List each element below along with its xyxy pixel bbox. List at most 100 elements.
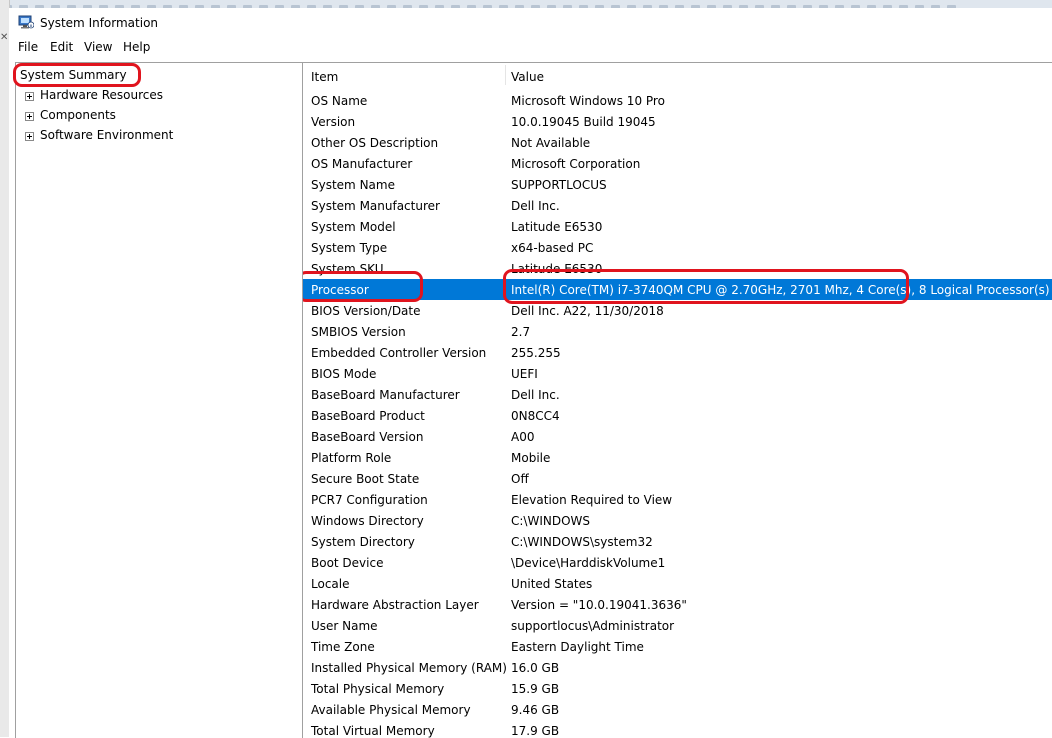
table-row[interactable]: BaseBoard Version A00 <box>303 426 1052 447</box>
row-item: BaseBoard Product <box>311 409 425 423</box>
table-row[interactable]: Time Zone Eastern Daylight Time <box>303 636 1052 657</box>
menu-edit[interactable]: Edit <box>50 40 73 54</box>
row-item: System Directory <box>311 535 415 549</box>
window-title: System Information <box>40 16 159 30</box>
title-bar[interactable]: System Information <box>9 8 1052 38</box>
row-value: Dell Inc. <box>511 388 560 402</box>
row-value: Latitude E6530 <box>511 262 603 276</box>
table-row[interactable]: System Type x64-based PC <box>303 237 1052 258</box>
table-row[interactable]: BaseBoard Product 0N8CC4 <box>303 405 1052 426</box>
table-row[interactable]: Total Physical Memory 15.9 GB <box>303 678 1052 699</box>
table-row[interactable]: Available Physical Memory 9.46 GB <box>303 699 1052 720</box>
row-value: 9.46 GB <box>511 703 560 717</box>
system-information-window: System Information File Edit View Help S… <box>9 8 1052 738</box>
row-item: PCR7 Configuration <box>311 493 428 507</box>
column-divider[interactable] <box>505 65 506 85</box>
tree-node-software-environment[interactable]: Software Environment <box>40 128 173 142</box>
row-item: OS Name <box>311 94 368 108</box>
row-value: x64-based PC <box>511 241 594 255</box>
row-item: BaseBoard Version <box>311 430 424 444</box>
table-row[interactable]: System SKU Latitude E6530 <box>303 258 1052 279</box>
background-toolbar-strip <box>0 0 1052 8</box>
table-row[interactable]: Platform Role Mobile <box>303 447 1052 468</box>
row-item: BaseBoard Manufacturer <box>311 388 460 402</box>
table-row[interactable]: System Model Latitude E6530 <box>303 216 1052 237</box>
system-information-icon <box>18 15 34 29</box>
table-row[interactable]: Hardware Abstraction Layer Version = "10.… <box>303 594 1052 615</box>
table-row[interactable]: BIOS Mode UEFI <box>303 363 1052 384</box>
expand-icon[interactable] <box>25 92 34 101</box>
row-value: 15.9 GB <box>511 682 560 696</box>
row-item: User Name <box>311 619 378 633</box>
expand-icon[interactable] <box>25 112 34 121</box>
row-value: Eastern Daylight Time <box>511 640 644 654</box>
row-item: Time Zone <box>311 640 375 654</box>
row-value: Elevation Required to View <box>511 493 673 507</box>
row-value: Microsoft Windows 10 Pro <box>511 94 665 108</box>
row-value: Not Available <box>511 136 591 150</box>
menu-file[interactable]: File <box>18 40 38 54</box>
row-item: Windows Directory <box>311 514 424 528</box>
table-row[interactable]: Total Virtual Memory 17.9 GB <box>303 720 1052 738</box>
table-row[interactable]: OS Name Microsoft Windows 10 Pro <box>303 90 1052 111</box>
table-row[interactable]: PCR7 Configuration Elevation Required to … <box>303 489 1052 510</box>
row-item: Processor <box>311 283 369 297</box>
row-item: System Type <box>311 241 388 255</box>
row-value: United States <box>511 577 593 591</box>
row-value: Microsoft Corporation <box>511 157 641 171</box>
menu-view[interactable]: View <box>84 40 112 54</box>
row-item: Secure Boot State <box>311 472 420 486</box>
tree-node-components[interactable]: Components <box>40 108 116 122</box>
table-row[interactable]: Installed Physical Memory (RAM) 16.0 GB <box>303 657 1052 678</box>
row-item: System Name <box>311 178 395 192</box>
row-value: C:\WINDOWS\system32 <box>511 535 653 549</box>
details-list: Item Value OS Name Microsoft Windows 10 P… <box>302 62 1052 738</box>
row-value: 255.255 <box>511 346 561 360</box>
expand-icon[interactable] <box>25 132 34 141</box>
table-row[interactable]: System Name SUPPORTLOCUS <box>303 174 1052 195</box>
table-row[interactable]: BaseBoard Manufacturer Dell Inc. <box>303 384 1052 405</box>
row-value: Version = "10.0.19041.3636" <box>511 598 687 612</box>
list-header: Item Value <box>303 63 1052 87</box>
row-item: System SKU <box>311 262 384 276</box>
table-row-selected[interactable]: Processor Intel(R) Core(TM) i7-3740QM CPU… <box>303 279 1052 300</box>
row-value: Mobile <box>511 451 551 465</box>
table-row[interactable]: Other OS Description Not Available <box>303 132 1052 153</box>
row-value: UEFI <box>511 367 538 381</box>
row-value: 0N8CC4 <box>511 409 560 423</box>
table-row[interactable]: OS Manufacturer Microsoft Corporation <box>303 153 1052 174</box>
row-item: Embedded Controller Version <box>311 346 487 360</box>
menu-help[interactable]: Help <box>123 40 150 54</box>
column-header-item[interactable]: Item <box>311 70 338 84</box>
row-item: System Model <box>311 220 396 234</box>
row-item: Boot Device <box>311 556 384 570</box>
row-item: Locale <box>311 577 350 591</box>
row-value: 16.0 GB <box>511 661 560 675</box>
row-item: Available Physical Memory <box>311 703 471 717</box>
row-item: Total Virtual Memory <box>311 724 435 738</box>
row-item: Other OS Description <box>311 136 439 150</box>
table-row[interactable]: Version 10.0.19045 Build 19045 <box>303 111 1052 132</box>
row-value: A00 <box>511 430 535 444</box>
table-row[interactable]: System Manufacturer Dell Inc. <box>303 195 1052 216</box>
row-value: Off <box>511 472 529 486</box>
tree-node-system-summary[interactable]: System Summary <box>20 68 127 82</box>
tree-node-hardware-resources[interactable]: Hardware Resources <box>40 88 163 102</box>
table-row[interactable]: System Directory C:\WINDOWS\system32 <box>303 531 1052 552</box>
row-value: \Device\HarddiskVolume1 <box>511 556 666 570</box>
table-row[interactable]: SMBIOS Version 2.7 <box>303 321 1052 342</box>
table-row[interactable]: Embedded Controller Version 255.255 <box>303 342 1052 363</box>
table-row[interactable]: Locale United States <box>303 573 1052 594</box>
row-value: Dell Inc. A22, 11/30/2018 <box>511 304 664 318</box>
table-row[interactable]: Boot Device \Device\HarddiskVolume1 <box>303 552 1052 573</box>
table-row[interactable]: Windows Directory C:\WINDOWS <box>303 510 1052 531</box>
table-row[interactable]: Secure Boot State Off <box>303 468 1052 489</box>
table-row[interactable]: User Name supportlocus\Administrator <box>303 615 1052 636</box>
row-value: SUPPORTLOCUS <box>511 178 607 192</box>
table-row[interactable]: BIOS Version/Date Dell Inc. A22, 11/30/20… <box>303 300 1052 321</box>
row-value: 10.0.19045 Build 19045 <box>511 115 656 129</box>
row-value: 17.9 GB <box>511 724 560 738</box>
row-value: Dell Inc. <box>511 199 560 213</box>
column-header-value[interactable]: Value <box>511 70 544 84</box>
row-value: C:\WINDOWS <box>511 514 591 528</box>
